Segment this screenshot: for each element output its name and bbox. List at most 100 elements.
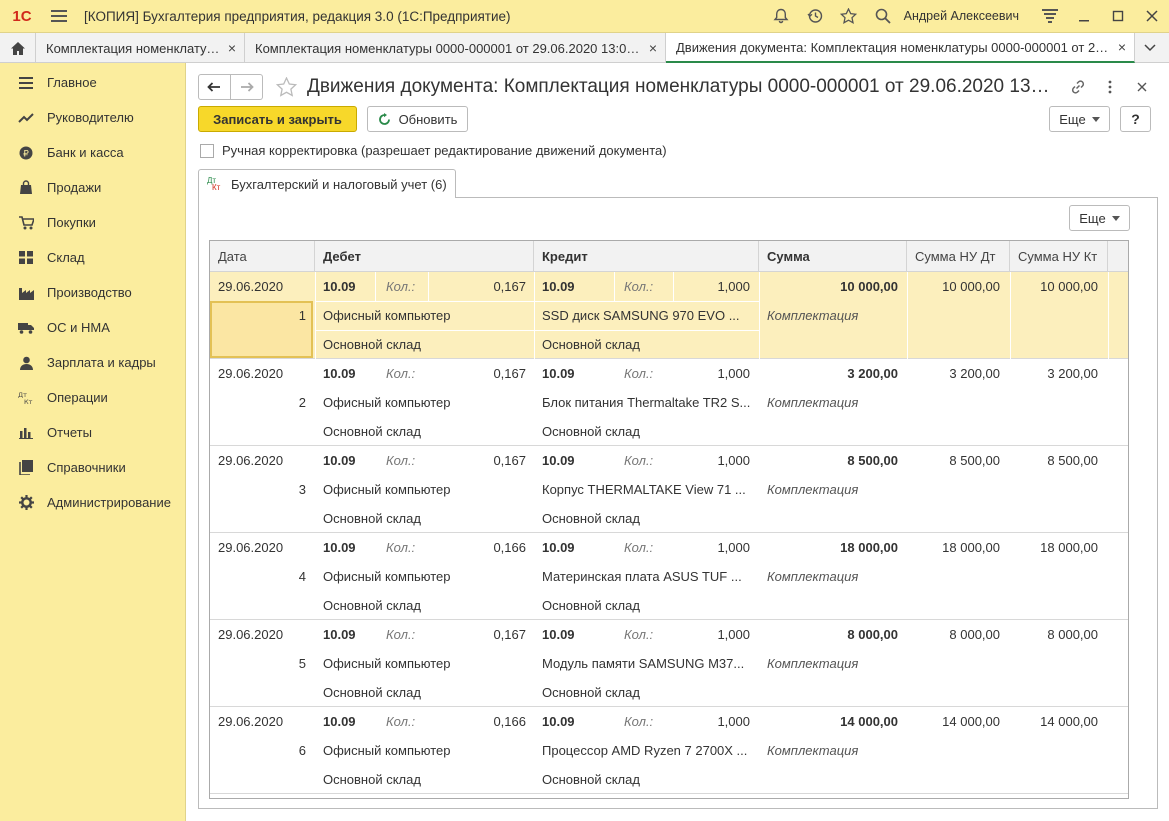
sidebar-item-manager[interactable]: Руководителю bbox=[0, 100, 185, 135]
sidebar-item-sales[interactable]: Продажи bbox=[0, 170, 185, 205]
close-window-icon[interactable] bbox=[1135, 0, 1169, 33]
cell-debit-account: 10.09 bbox=[323, 627, 356, 642]
tab-document-movements[interactable]: Движения документа: Комплектация номенкл… bbox=[666, 33, 1135, 63]
cell-content: Комплектация bbox=[767, 656, 859, 671]
cell-divider bbox=[759, 272, 760, 359]
tab-accounting-tax[interactable]: Дт Кт Бухгалтерский и налоговый учет (6) bbox=[198, 169, 456, 198]
close-form-icon[interactable] bbox=[1126, 82, 1158, 92]
cell-debit-store: Основной склад bbox=[323, 772, 421, 787]
sidebar-item-administration[interactable]: Администрирование bbox=[0, 485, 185, 520]
sidebar-item-salary[interactable]: Зарплата и кадры bbox=[0, 345, 185, 380]
gear-icon bbox=[18, 495, 34, 511]
cell-sum-nu-kt: 10 000,00 bbox=[1040, 279, 1098, 294]
chevron-down-icon[interactable] bbox=[1135, 33, 1165, 62]
cell-debit-qty-label: Кол.: bbox=[386, 279, 416, 294]
refresh-button[interactable]: Обновить bbox=[367, 106, 468, 132]
manual-edit-label[interactable]: Ручная корректировка (разрешает редактир… bbox=[222, 143, 667, 158]
cell-line-number: 2 bbox=[298, 395, 306, 410]
col-header-sum-nu-dt[interactable]: Сумма НУ Дт bbox=[907, 241, 1010, 272]
sidebar-item-label: Производство bbox=[47, 285, 132, 300]
history-icon[interactable] bbox=[798, 0, 832, 33]
cell-debit-qty-label: Кол.: bbox=[386, 366, 416, 381]
more-button[interactable]: Еще bbox=[1049, 106, 1110, 132]
col-header-sum[interactable]: Сумма bbox=[759, 241, 907, 272]
cell-credit-item: Корпус THERMALTAKE View 71 ... bbox=[542, 482, 746, 497]
table-row[interactable]: 29.06.2020 2 10.09 Кол.: 0,167 Офисный компью… bbox=[210, 359, 1128, 446]
save-and-close-button[interactable]: Записать и закрыть bbox=[198, 106, 357, 132]
cell-credit-qty-label: Кол.: bbox=[624, 453, 654, 468]
table-row[interactable]: 29.06.2020 3 10.09 Кол.: 0,167 Офисный компью… bbox=[210, 446, 1128, 533]
kt-label: Кт bbox=[212, 183, 221, 192]
refresh-icon bbox=[378, 112, 391, 126]
cell-credit-item: Материнская плата ASUS TUF ... bbox=[542, 569, 742, 584]
sidebar-item-reports[interactable]: Отчеты bbox=[0, 415, 185, 450]
cell-credit-account: 10.09 bbox=[542, 714, 575, 729]
cell-date: 29.06.2020 bbox=[218, 540, 284, 555]
sidebar-item-operations[interactable]: Дт Кт Операции bbox=[0, 380, 185, 415]
sidebar-item-catalogs[interactable]: Справочники bbox=[0, 450, 185, 485]
tab-komplektaciya-document[interactable]: Комплектация номенклатуры 0000-000001 от… bbox=[245, 33, 666, 63]
close-tab-icon[interactable]: × bbox=[1118, 39, 1126, 55]
app-title: [КОПИЯ] Бухгалтерия предприятия, редакци… bbox=[84, 8, 511, 24]
cell-credit-store: Основной склад bbox=[542, 772, 640, 787]
table-row[interactable]: 29.06.2020 5 10.09 Кол.: 0,167 Офисный компью… bbox=[210, 620, 1128, 707]
user-name[interactable]: Андрей Алексеевич bbox=[904, 9, 1019, 23]
cell-sum-nu-kt: 18 000,00 bbox=[1040, 540, 1098, 555]
grid-more-button[interactable]: Еще bbox=[1069, 205, 1130, 231]
sidebar-item-main[interactable]: Главное bbox=[0, 65, 185, 100]
open-windows-tabs: Комплектация номенклатуры × Комплектация… bbox=[0, 33, 1169, 63]
sidebar-item-production[interactable]: Производство bbox=[0, 275, 185, 310]
favorite-star-icon[interactable] bbox=[269, 77, 303, 97]
close-tab-icon[interactable]: × bbox=[228, 40, 236, 56]
tab-label: Движения документа: Комплектация номенкл… bbox=[676, 39, 1110, 55]
col-header-debit[interactable]: Дебет bbox=[315, 241, 534, 272]
search-icon[interactable] bbox=[866, 0, 900, 33]
table-row[interactable]: 29.06.2020 4 10.09 Кол.: 0,166 Офисный компью… bbox=[210, 533, 1128, 620]
settings-lines-icon[interactable] bbox=[1033, 0, 1067, 33]
cell-debit-store: Основной склад bbox=[323, 685, 421, 700]
favorites-star-icon[interactable] bbox=[832, 0, 866, 33]
sidebar-item-label: Отчеты bbox=[47, 425, 92, 440]
help-button[interactable]: ? bbox=[1120, 106, 1151, 132]
close-tab-icon[interactable]: × bbox=[649, 40, 657, 56]
cell-content: Комплектация bbox=[767, 743, 859, 758]
cell-line-number: 6 bbox=[298, 743, 306, 758]
col-header-date[interactable]: Дата bbox=[210, 241, 315, 272]
cell-debit-qty: 0,167 bbox=[493, 627, 526, 642]
forward-arrow-icon[interactable] bbox=[230, 74, 264, 100]
cell-credit-qty: 1,000 bbox=[717, 540, 750, 555]
sidebar-item-label: Справочники bbox=[47, 460, 126, 475]
bell-icon[interactable] bbox=[764, 0, 798, 33]
cell-credit-store: Основной склад bbox=[542, 598, 640, 613]
cell-credit-qty: 1,000 bbox=[717, 714, 750, 729]
cell-credit-item: Блок питания Thermaltake TR2 S... bbox=[542, 395, 751, 410]
sidebar-item-bank[interactable]: ₽ Банк и касса bbox=[0, 135, 185, 170]
home-icon[interactable] bbox=[0, 33, 36, 63]
chevron-down-icon bbox=[1111, 215, 1120, 221]
link-icon[interactable] bbox=[1062, 79, 1094, 95]
cell-debit-account: 10.09 bbox=[323, 540, 356, 555]
main-menu-icon[interactable] bbox=[44, 10, 74, 22]
col-header-credit[interactable]: Кредит bbox=[534, 241, 759, 272]
manual-edit-checkbox[interactable] bbox=[200, 143, 214, 158]
table-row[interactable]: 29.06.2020 6 10.09 Кол.: 0,166 Офисный компью… bbox=[210, 707, 1128, 794]
minimize-icon[interactable] bbox=[1067, 0, 1101, 33]
cell-credit-qty-label: Кол.: bbox=[624, 366, 654, 381]
tab-panel: Еще Дата Дебет Кредит Сумма Сумма НУ Дт … bbox=[198, 197, 1158, 809]
cell-credit-qty-label: Кол.: bbox=[624, 279, 654, 294]
col-header-sum-nu-kt[interactable]: Сумма НУ Кт bbox=[1010, 241, 1108, 272]
sidebar-item-fixed-assets[interactable]: ОС и НМА bbox=[0, 310, 185, 345]
maximize-icon[interactable] bbox=[1101, 0, 1135, 33]
more-label: Еще bbox=[1079, 210, 1106, 226]
movements-table[interactable]: Дата Дебет Кредит Сумма Сумма НУ Дт Сумм… bbox=[209, 240, 1129, 799]
back-arrow-icon[interactable] bbox=[198, 74, 231, 100]
sidebar-item-purchases[interactable]: Покупки bbox=[0, 205, 185, 240]
more-actions-icon[interactable] bbox=[1094, 80, 1126, 94]
table-row[interactable]: 29.06.2020 1 10.09 Кол.: 0,167 Офисный компью… bbox=[210, 272, 1128, 359]
more-label: Еще bbox=[1059, 111, 1086, 127]
dt-kt-icon: Дт Кт bbox=[207, 177, 223, 192]
cell-debit-qty: 0,167 bbox=[493, 453, 526, 468]
tab-komplektaciya-list[interactable]: Комплектация номенклатуры × bbox=[36, 33, 245, 63]
tab-label: Бухгалтерский и налоговый учет (6) bbox=[231, 176, 447, 192]
sidebar-item-warehouse[interactable]: Склад bbox=[0, 240, 185, 275]
